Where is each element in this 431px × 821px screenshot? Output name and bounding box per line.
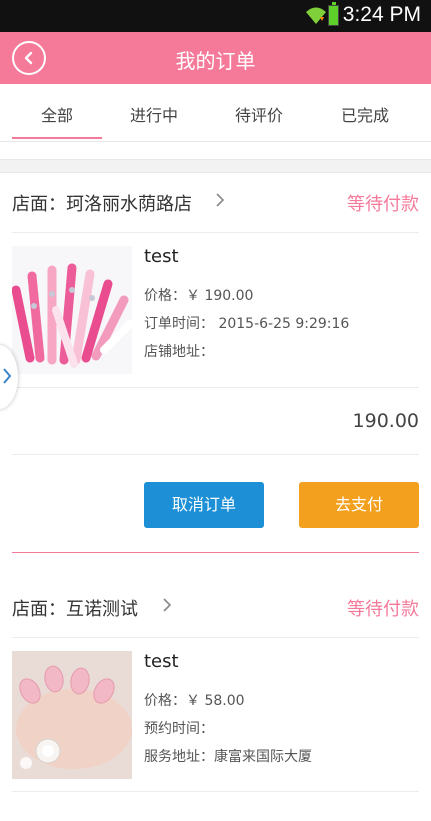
status-bar: 3:24 PM	[0, 0, 431, 32]
order-item[interactable]: test 价格：￥ 190.00 订单时间： 2015-6-25 9:29:16…	[12, 234, 419, 387]
order-actions: 取消订单 去支付	[12, 455, 419, 553]
order-tabs: 全部 进行中 待评价 已完成	[0, 84, 431, 142]
cancel-order-button[interactable]: 取消订单	[144, 482, 264, 528]
order-status: 等待付款	[347, 194, 419, 215]
order-card: 店面：珂洛丽水荫路店 等待付款 test 价格：￥ 190.00 订单时间： 2…	[0, 173, 431, 553]
tab-pending-review[interactable]: 待评价	[214, 102, 304, 126]
wifi-icon	[305, 4, 327, 30]
chevron-right-icon	[3, 368, 12, 384]
page-title: 我的订单	[175, 49, 256, 73]
pay-button[interactable]: 去支付	[299, 482, 419, 528]
order-item[interactable]: test 价格：￥ 58.00 预约时间： 服务地址：康富来国际大厦	[12, 639, 419, 792]
order-total: 190.00	[352, 410, 419, 432]
product-image	[12, 246, 132, 374]
order-card: 店面：互诺测试 等待付款 test 价格：￥ 58.00 预约时间： 服务地址：…	[0, 578, 431, 821]
order-status: 等待付款	[347, 599, 419, 620]
section-divider	[0, 159, 431, 173]
tab-completed[interactable]: 已完成	[320, 102, 410, 126]
tab-all[interactable]: 全部	[12, 102, 102, 126]
app-header: 我的订单	[0, 32, 431, 84]
shop-name: 店面：互诺测试	[12, 599, 138, 620]
service-address-text: 服务地址：康富来国际大厦	[144, 749, 312, 765]
appointment-time-text: 预约时间：	[144, 721, 214, 737]
chevron-right-icon	[162, 597, 172, 617]
chevron-right-icon	[215, 192, 225, 212]
product-name: test	[144, 246, 179, 267]
status-time: 3:24 PM	[342, 3, 421, 26]
product-image	[12, 651, 132, 779]
product-name: test	[144, 651, 179, 672]
order-time-text: 订单时间： 2015-6-25 9:29:16	[144, 316, 350, 332]
shop-row[interactable]: 店面：珂洛丽水荫路店 等待付款	[12, 173, 419, 233]
active-tab-indicator	[12, 137, 102, 139]
price-text: 价格：￥ 190.00	[144, 288, 254, 304]
battery-icon	[328, 2, 339, 26]
total-row: 190.00	[12, 387, 419, 455]
tab-in-progress[interactable]: 进行中	[109, 102, 199, 126]
shop-address-text: 店铺地址：	[144, 344, 214, 360]
shop-row[interactable]: 店面：互诺测试 等待付款	[12, 578, 419, 638]
price-text: 价格：￥ 58.00	[144, 693, 245, 709]
shop-name: 店面：珂洛丽水荫路店	[12, 194, 192, 215]
